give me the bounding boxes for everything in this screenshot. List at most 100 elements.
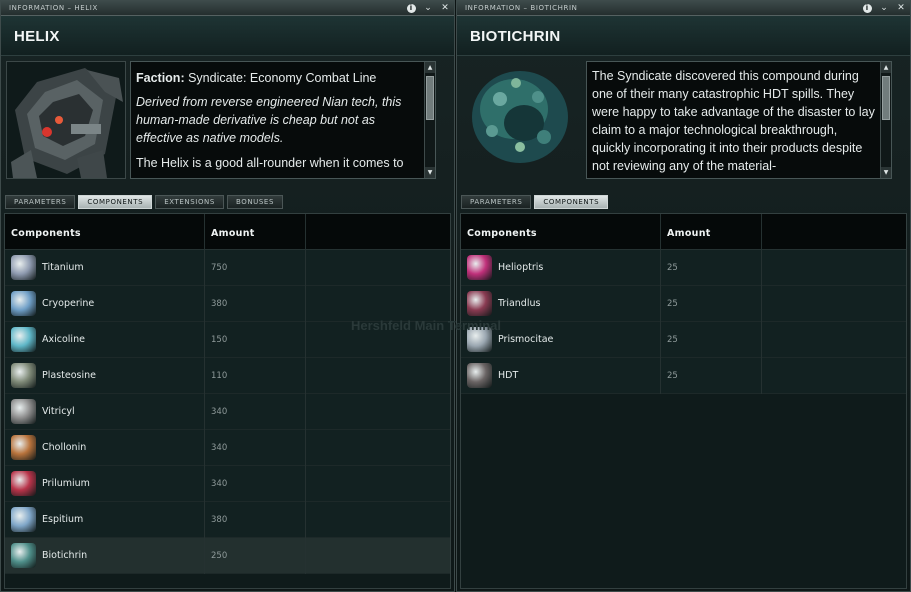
scroll-down-icon[interactable]: ▼	[881, 167, 891, 178]
table-header: Components Amount	[5, 214, 450, 250]
titanium-icon	[11, 255, 36, 280]
biotichrin-icon	[11, 543, 36, 568]
info-icon[interactable]: i	[406, 2, 416, 14]
close-icon[interactable]: ✕	[440, 2, 450, 14]
component-amount: 250	[211, 550, 228, 561]
component-amount: 25	[667, 298, 678, 309]
tab-parameters[interactable]: PARAMETERS	[5, 195, 76, 209]
component-amount: 25	[667, 334, 678, 345]
component-name: Cryoperine	[42, 298, 95, 309]
component-amount: 380	[211, 298, 228, 309]
component-name: Axicoline	[42, 334, 85, 345]
helix-robot-image	[6, 61, 126, 179]
components-table: Components Amount Helioptris 25 Triandlus 2…	[460, 213, 907, 589]
component-name: Triandlus	[498, 298, 541, 309]
cryoperine-icon	[11, 291, 36, 316]
item-name: HELIX	[14, 28, 60, 45]
components-table: Components Amount Titanium 750 Cryoperine 3…	[4, 213, 451, 589]
scroll-up-icon[interactable]: ▲	[425, 62, 435, 73]
description-scrollbar[interactable]: ▲ ▼	[880, 62, 891, 178]
component-amount: 25	[667, 370, 678, 381]
close-icon[interactable]: ✕	[896, 2, 906, 14]
component-amount: 110	[211, 370, 228, 381]
chollonin-icon	[11, 435, 36, 460]
tab-components[interactable]: COMPONENTS	[534, 195, 609, 209]
window-title: INFORMATION – BIOTICHRIN	[465, 4, 578, 12]
axicoline-icon	[11, 327, 36, 352]
component-name: Vitricyl	[42, 406, 75, 417]
component-name: Prilumium	[42, 478, 90, 489]
title-bar[interactable]: INFORMATION – HELIX i ⌄ ✕	[1, 1, 454, 16]
component-name: Espitium	[42, 514, 84, 525]
component-amount: 340	[211, 406, 228, 417]
minimize-icon[interactable]: ⌄	[423, 2, 433, 14]
item-name: BIOTICHRIN	[470, 28, 561, 45]
tab-extensions[interactable]: EXTENSIONS	[155, 195, 224, 209]
scroll-down-icon[interactable]: ▼	[425, 167, 435, 178]
table-row[interactable]: Helioptris 25	[461, 249, 906, 286]
components-column-header[interactable]: Components	[461, 214, 661, 249]
component-name: Plasteosine	[42, 370, 96, 381]
component-name: Helioptris	[498, 262, 544, 273]
component-name: Biotichrin	[42, 550, 88, 561]
component-amount: 750	[211, 262, 228, 273]
helioptris-icon	[467, 255, 492, 280]
component-name: HDT	[498, 370, 519, 381]
window-title: INFORMATION – HELIX	[9, 4, 98, 12]
triandlus-icon	[467, 291, 492, 316]
vitricyl-icon	[11, 399, 36, 424]
helix-info-window: INFORMATION – HELIX i ⌄ ✕ HELIX Faction:…	[0, 0, 455, 592]
prilumium-icon	[11, 471, 36, 496]
scroll-up-icon[interactable]: ▲	[881, 62, 891, 73]
minimize-icon[interactable]: ⌄	[879, 2, 889, 14]
amount-column-header[interactable]: Amount	[661, 214, 762, 249]
tab-bar: PARAMETERS COMPONENTS EXTENSIONS BONUSES	[1, 195, 454, 209]
info-icon[interactable]: i	[862, 2, 872, 14]
hdt-icon	[467, 363, 492, 388]
tab-bonuses[interactable]: BONUSES	[226, 195, 283, 209]
component-name: Chollonin	[42, 442, 87, 453]
components-column-header[interactable]: Components	[5, 214, 205, 249]
faction-label: Faction:	[136, 71, 185, 85]
component-amount: 150	[211, 334, 228, 345]
table-header: Components Amount	[461, 214, 906, 250]
title-bar[interactable]: INFORMATION – BIOTICHRIN i ⌄ ✕	[457, 1, 910, 16]
component-amount: 340	[211, 442, 228, 453]
biotichrin-image	[462, 61, 582, 179]
table-row[interactable]: Espitium 380	[5, 501, 450, 538]
component-amount: 340	[211, 478, 228, 489]
table-row[interactable]: Cryoperine 380	[5, 285, 450, 322]
table-row[interactable]: Prilumium 340	[5, 465, 450, 502]
component-amount: 25	[667, 262, 678, 273]
table-row[interactable]: Vitricyl 340	[5, 393, 450, 430]
table-row[interactable]: Plasteosine 110	[5, 357, 450, 394]
component-amount: 380	[211, 514, 228, 525]
plasteosine-icon	[11, 363, 36, 388]
tab-components[interactable]: COMPONENTS	[78, 195, 153, 209]
scroll-thumb[interactable]	[882, 76, 890, 120]
background-terminal-label: Hershfeld Main Terminal	[351, 318, 502, 333]
component-name: Titanium	[42, 262, 84, 273]
description-box[interactable]: Faction: Syndicate: Economy Combat Line …	[130, 61, 436, 179]
component-name: Prismocitae	[498, 334, 554, 345]
table-row[interactable]: Biotichrin 250	[5, 537, 450, 574]
faction-value: Syndicate: Economy Combat Line	[184, 71, 377, 85]
table-row[interactable]: Prismocitae 25	[461, 321, 906, 358]
description-text: Derived from reverse engineered Nian tec…	[136, 95, 402, 145]
description-box[interactable]: The Syndicate discovered this compound d…	[586, 61, 892, 179]
description-text: The Syndicate discovered this compound d…	[592, 69, 875, 173]
tab-bar: PARAMETERS COMPONENTS	[457, 195, 910, 209]
table-row[interactable]: HDT 25	[461, 357, 906, 394]
table-row[interactable]: Titanium 750	[5, 249, 450, 286]
scroll-thumb[interactable]	[426, 76, 434, 120]
table-row[interactable]: Chollonin 340	[5, 429, 450, 466]
description-scrollbar[interactable]: ▲ ▼	[424, 62, 435, 178]
table-row[interactable]: Triandlus 25	[461, 285, 906, 322]
amount-column-header[interactable]: Amount	[205, 214, 306, 249]
biotichrin-info-window: INFORMATION – BIOTICHRIN i ⌄ ✕ BIOTICHRI…	[456, 0, 911, 592]
espitium-icon	[11, 507, 36, 532]
item-header: HELIX	[1, 16, 454, 56]
description-text-2: The Helix is a good all-rounder when it …	[136, 156, 404, 170]
item-header: BIOTICHRIN	[457, 16, 910, 56]
tab-parameters[interactable]: PARAMETERS	[461, 195, 532, 209]
